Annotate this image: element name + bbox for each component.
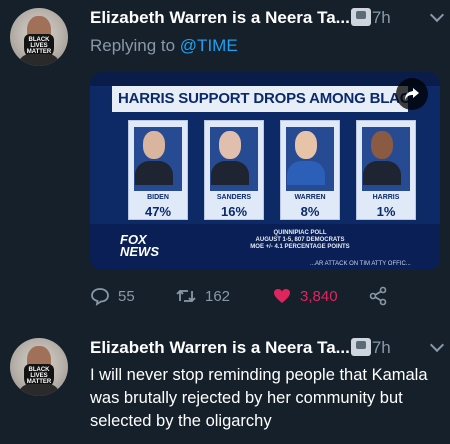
candidate-percent: 8%	[300, 204, 320, 219]
poll-line: AUGUST 1-5, 807 DEMOCRATS	[255, 237, 345, 243]
tweet-header: Elizabeth Warren is a Neera Ta... 7h	[90, 8, 440, 32]
candidate-head	[371, 131, 393, 159]
poll-caption: QUINNIPIAC POLL AUGUST 1-5, 807 DEMOCRAT…	[240, 230, 360, 251]
share-nodes-icon	[369, 286, 387, 306]
retweet-count: 162	[205, 287, 231, 305]
tweet-1[interactable]: BLACK LIVES MATTER Elizabeth Warren is a…	[0, 0, 450, 330]
retweet-icon	[176, 289, 196, 303]
poll-line: MOE +/- 4.1 PERCENTAGE POINTS	[250, 244, 350, 250]
reply-button[interactable]: 55	[90, 284, 135, 308]
candidate-panel-warren: WARREN 8%	[280, 120, 340, 220]
retweet-button[interactable]: 162	[175, 284, 230, 308]
candidate-panel-harris: HARRIS 1%	[356, 120, 416, 220]
avatar[interactable]: BLACK LIVES MATTER	[10, 8, 68, 66]
candidate-body	[287, 161, 325, 185]
share-icon[interactable]	[396, 78, 428, 110]
tweet-text: I will never stop reminding people that …	[90, 366, 428, 430]
robot-badge-icon	[350, 338, 371, 356]
media-banner: HARRIS SUPPORT DROPS AMONG BLACK VOTERS	[112, 86, 408, 112]
candidate-percent: 16%	[220, 204, 248, 219]
candidate-body	[135, 161, 173, 185]
robot-badge-icon	[350, 8, 371, 26]
replying-handle-link[interactable]: @TIME	[180, 36, 238, 55]
candidate-name: BIDEN	[147, 194, 169, 201]
candidate-name: HARRIS	[372, 194, 400, 201]
candidate-panel-biden: BIDEN 47%	[128, 120, 188, 220]
fox-news-logo: FOX NEWS	[120, 232, 159, 259]
avatar[interactable]: BLACK LIVES MATTER	[10, 338, 68, 396]
poll-line: QUINNIPIAC POLL	[273, 230, 327, 236]
replying-to: Replying to @TIME	[90, 36, 238, 56]
author-name[interactable]: Elizabeth Warren is a Neera Ta...	[90, 8, 350, 27]
tweet-header: Elizabeth Warren is a Neera Ta... 7h	[90, 338, 440, 362]
reply-icon	[91, 288, 109, 306]
news-ticker: ...AR ATTACK ON TIM ATTY OFFIC...	[310, 261, 411, 267]
author-name[interactable]: Elizabeth Warren is a Neera Ta...	[90, 338, 350, 357]
media-topbar	[90, 72, 440, 86]
like-count: 3,840	[300, 287, 338, 305]
candidate-panel-sanders: SANDERS 16%	[204, 120, 264, 220]
like-button[interactable]: 3,840	[272, 284, 338, 308]
candidate-head	[219, 131, 241, 159]
candidate-percent: 1%	[376, 204, 396, 219]
tweet-media-image[interactable]: HARRIS SUPPORT DROPS AMONG BLACK VOTERS …	[90, 72, 440, 270]
candidate-name: SANDERS	[216, 194, 252, 201]
tweet-actions: 55 162 3,840	[90, 284, 440, 308]
candidate-percent: 47%	[144, 204, 172, 219]
candidate-body	[363, 161, 401, 185]
candidate-body	[211, 161, 249, 185]
candidate-head	[143, 131, 165, 159]
candidate-name: WARREN	[294, 194, 326, 201]
avatar-shirt	[18, 54, 60, 66]
replying-label: Replying to	[90, 36, 176, 55]
tweet-time[interactable]: 7h	[372, 8, 391, 27]
reply-count: 55	[118, 287, 135, 305]
candidate-head	[295, 131, 317, 159]
tweet-time[interactable]: 7h	[372, 338, 391, 357]
tweet-2[interactable]: BLACK LIVES MATTER Elizabeth Warren is a…	[0, 330, 450, 444]
avatar-shirt	[18, 384, 60, 396]
heart-icon	[274, 289, 290, 303]
share-button[interactable]	[368, 284, 396, 308]
